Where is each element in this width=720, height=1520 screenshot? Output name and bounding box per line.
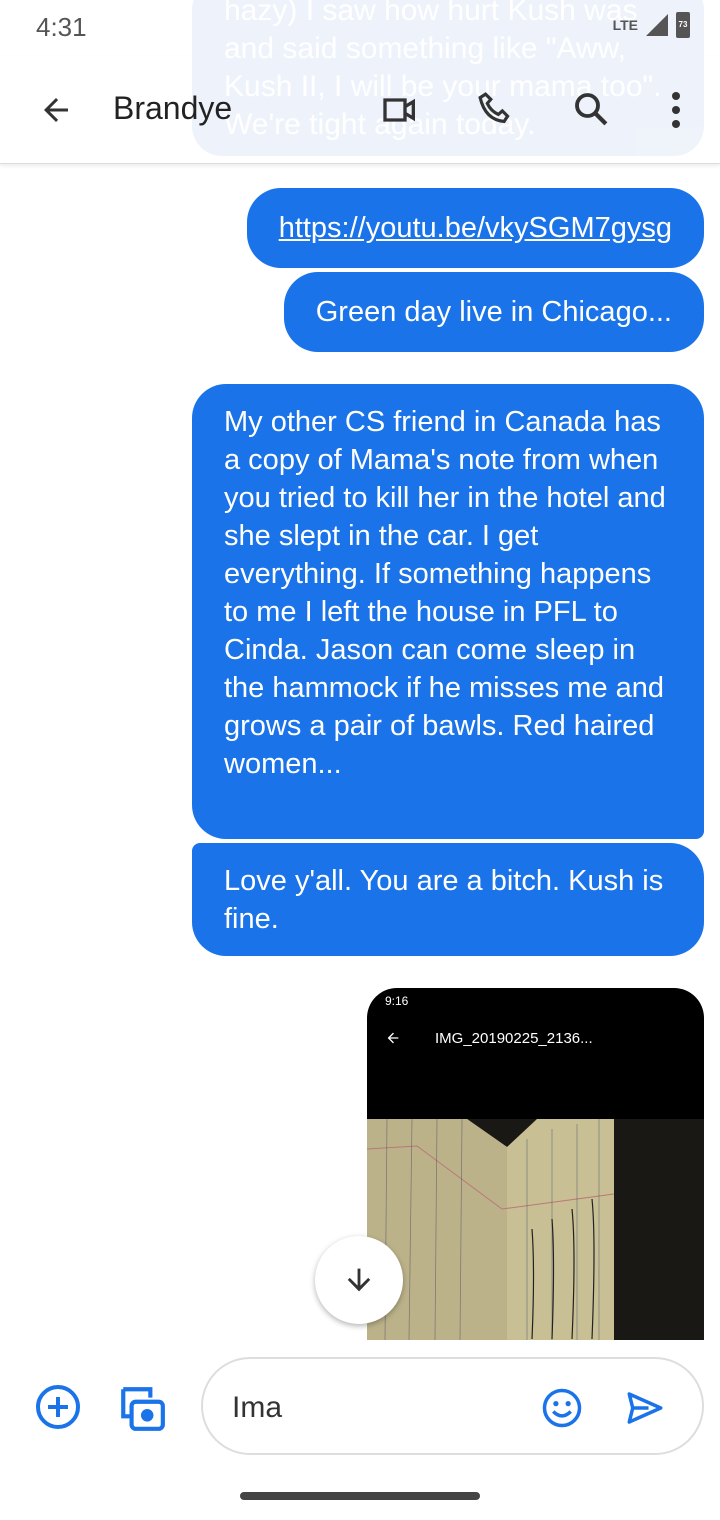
back-arrow-icon[interactable] <box>38 92 74 128</box>
send-icon[interactable] <box>623 1387 667 1429</box>
message-input[interactable]: Ima <box>201 1357 704 1455</box>
battery-icon: 73 <box>676 12 690 38</box>
message-bubble[interactable]: Love y'all. You are a bitch. Kush is fin… <box>192 843 704 956</box>
video-call-icon[interactable] <box>378 90 422 130</box>
scroll-to-bottom-button[interactable] <box>315 1236 403 1324</box>
search-icon[interactable] <box>570 88 612 130</box>
network-label: LTE <box>612 17 638 33</box>
signal-icon <box>646 14 668 36</box>
more-options-icon[interactable] <box>664 90 688 130</box>
message-bubble[interactable]: My other CS friend in Canada has a copy … <box>192 384 704 839</box>
status-time: 4:31 <box>36 12 87 42</box>
contact-name[interactable]: Brandye <box>113 90 232 127</box>
image-title: IMG_20190225_2136... <box>435 1030 593 1047</box>
gallery-camera-icon[interactable] <box>117 1383 167 1433</box>
image-status-time: 9:16 <box>385 994 409 1008</box>
status-bar: 4:31 LTE 73 <box>0 0 720 56</box>
image-back-arrow-icon <box>387 1032 399 1044</box>
message-input-text[interactable]: Ima <box>232 1391 282 1425</box>
message-link[interactable]: https://youtu.be/vkySGM7gysg <box>279 212 672 244</box>
image-attachment[interactable]: 9:16 IMG_20190225_2136... <box>367 988 704 1340</box>
message-bubble[interactable]: Green day live in Chicago... <box>283 272 704 352</box>
home-indicator[interactable] <box>240 1492 480 1500</box>
emoji-icon[interactable] <box>541 1387 583 1429</box>
arrow-down-icon <box>347 1268 371 1292</box>
add-attachment-icon[interactable] <box>34 1383 82 1431</box>
phone-icon[interactable] <box>474 88 516 130</box>
handwritten-note-photo <box>367 1119 704 1340</box>
app-bar: Brandye <box>0 56 720 164</box>
message-bubble[interactable]: https://youtu.be/vkySGM7gysg <box>246 188 704 268</box>
